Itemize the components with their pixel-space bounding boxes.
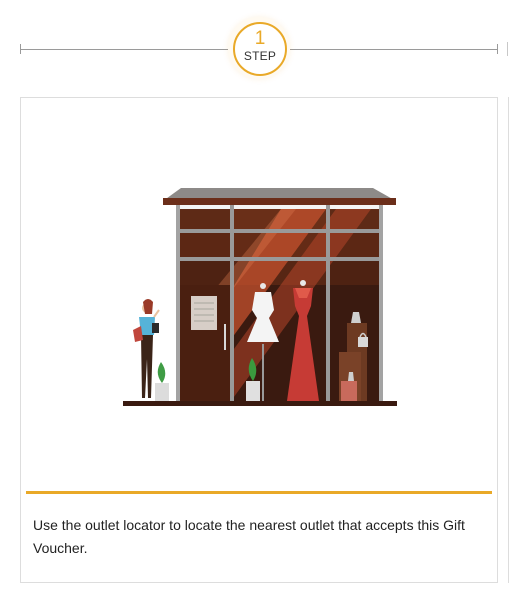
next-card-border	[508, 97, 509, 583]
step-label: STEP	[243, 49, 277, 63]
woman-legs	[141, 335, 153, 398]
step-number: 1	[254, 28, 266, 49]
ground	[123, 401, 397, 406]
next-card-edge	[507, 42, 508, 56]
step-line-right	[290, 49, 498, 50]
door-sign	[191, 296, 217, 330]
line-end-tick-right	[497, 44, 498, 54]
line-end-tick-left	[20, 44, 21, 54]
storefront-illustration	[123, 188, 397, 406]
step-badge: 1 STEP	[233, 22, 287, 76]
accent-divider	[26, 491, 492, 494]
step-line-left	[20, 49, 228, 50]
step-description: Use the outlet locator to locate the nea…	[33, 517, 465, 556]
roof-band	[163, 198, 396, 205]
step-card: Use the outlet locator to locate the nea…	[20, 97, 498, 583]
step-page: 1 STEP Use the outlet locator to locate …	[0, 0, 510, 602]
